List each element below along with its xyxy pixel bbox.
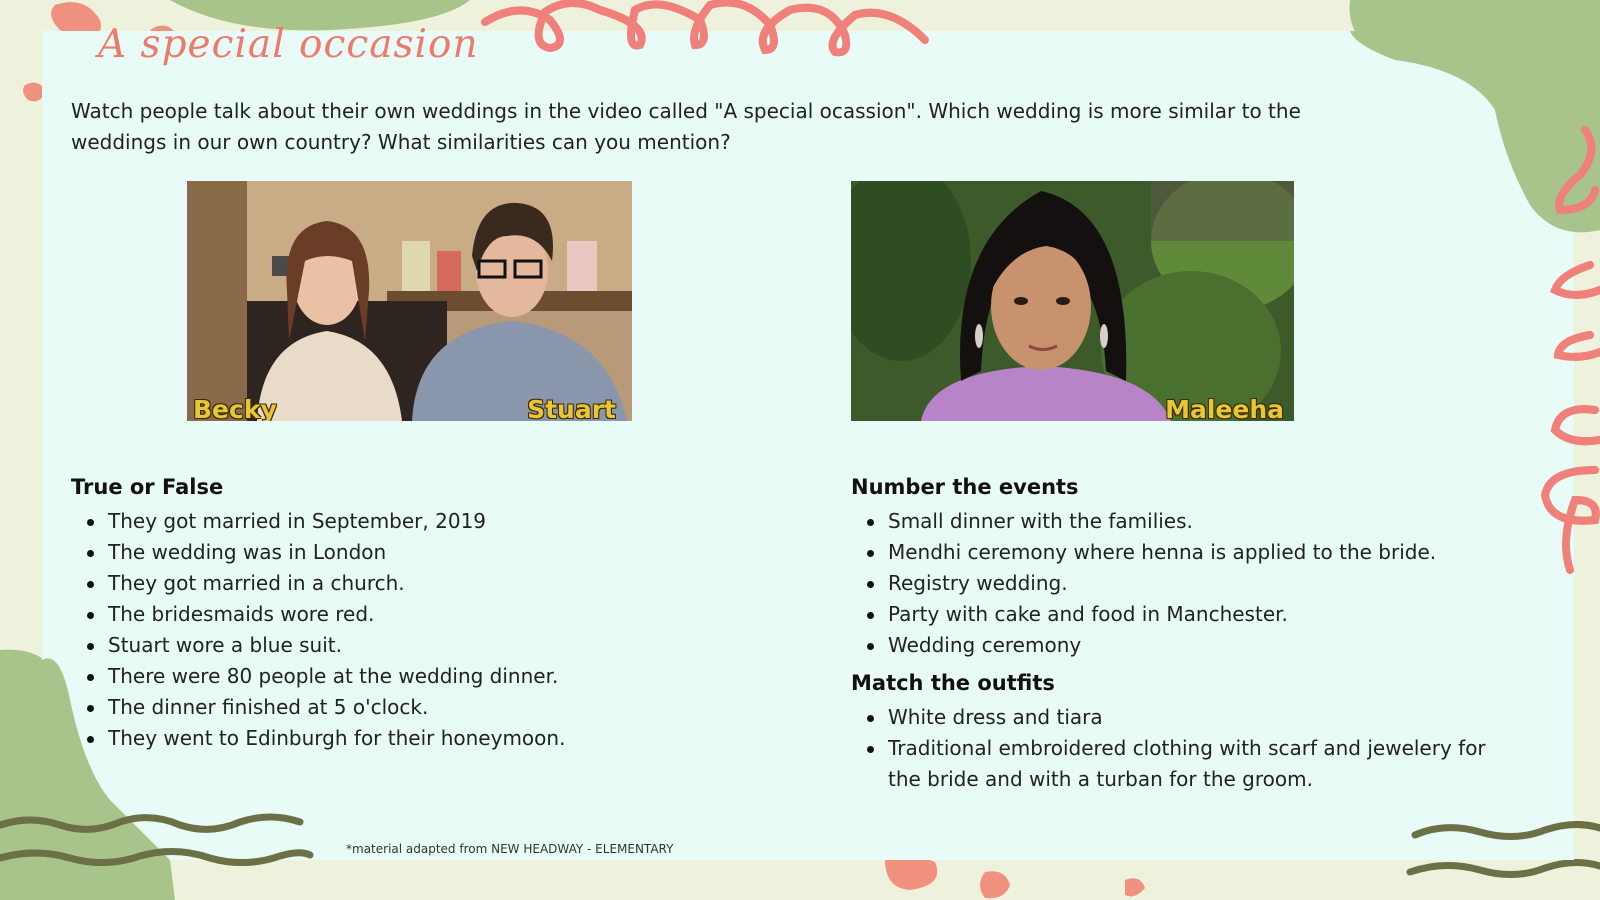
list-item: Traditional embroidered clothing with sc… <box>851 733 1511 795</box>
heading-true-or-false: True or False <box>71 475 224 499</box>
caption-stuart: Stuart <box>527 395 616 421</box>
list-item: The dinner finished at 5 o'clock. <box>71 692 771 723</box>
list-item: They went to Edinburgh for their honeymo… <box>71 723 771 754</box>
list-item: There were 80 people at the wedding dinn… <box>71 661 771 692</box>
caption-becky: Becky <box>193 395 277 421</box>
number-events-list: Small dinner with the families. Mendhi c… <box>851 506 1511 661</box>
list-item: The bridesmaids wore red. <box>71 599 771 630</box>
list-item: Mendhi ceremony where henna is applied t… <box>851 537 1511 568</box>
list-item: Small dinner with the families. <box>851 506 1511 537</box>
page-title: A special occasion <box>98 22 479 67</box>
match-outfits-list: White dress and tiara Traditional embroi… <box>851 702 1511 795</box>
true-false-list: They got married in September, 2019 The … <box>71 506 771 754</box>
list-item: White dress and tiara <box>851 702 1511 733</box>
footnote: *material adapted from NEW HEADWAY - ELE… <box>346 842 674 856</box>
list-item: They got married in a church. <box>71 568 771 599</box>
heading-number-the-events: Number the events <box>851 475 1079 499</box>
list-item: Registry wedding. <box>851 568 1511 599</box>
video-still-maleeha: Maleeha <box>851 181 1294 421</box>
video-still-becky-stuart: Becky Stuart <box>187 181 632 421</box>
heading-match-the-outfits: Match the outfits <box>851 671 1055 695</box>
list-item: Stuart wore a blue suit. <box>71 630 771 661</box>
list-item: Wedding ceremony <box>851 630 1511 661</box>
intro-text: Watch people talk about their own weddin… <box>71 99 1301 154</box>
list-item: Party with cake and food in Manchester. <box>851 599 1511 630</box>
caption-maleeha: Maleeha <box>1165 395 1284 421</box>
list-item: They got married in September, 2019 <box>71 506 771 537</box>
list-item: The wedding was in London <box>71 537 771 568</box>
